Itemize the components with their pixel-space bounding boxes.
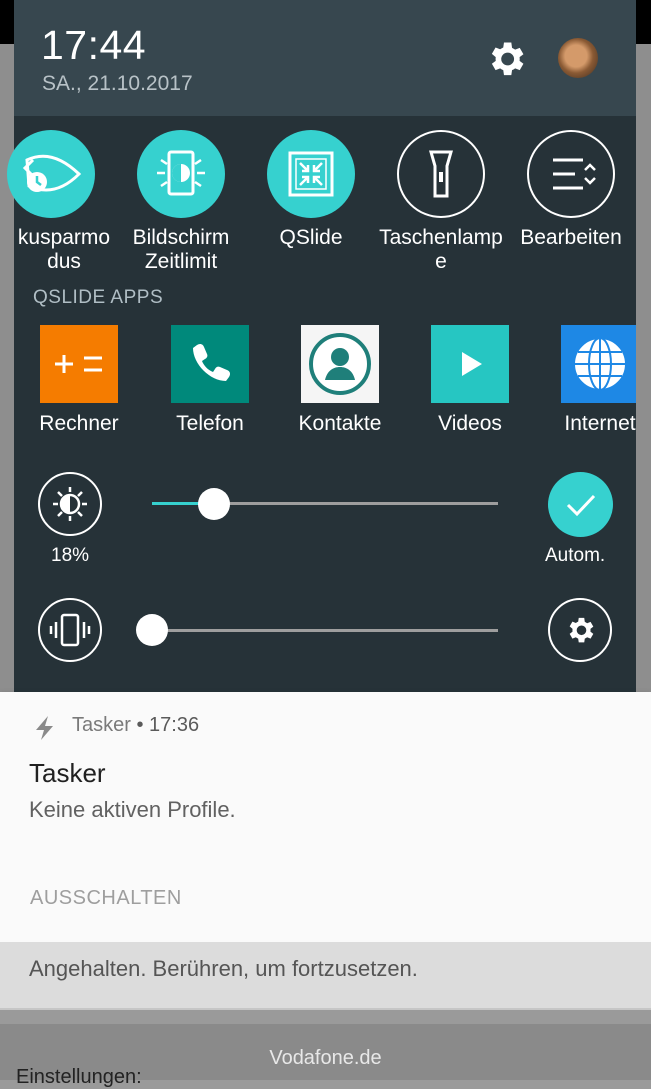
- qslide-toggle[interactable]: [267, 130, 355, 218]
- paused-notification-text: Angehalten. Berühren, um fortzusetzen.: [29, 956, 418, 981]
- brightness-percent: 18%: [51, 545, 90, 566]
- quick-settings-panel: 17:44 SA., 21.10.2017 kusparmo dus Bilds…: [7, 0, 636, 692]
- notification-app-name: Tasker: [72, 714, 131, 736]
- flashlight-toggle[interactable]: [397, 130, 485, 218]
- app-label-videos: Videos: [438, 412, 502, 435]
- phone-icon: [193, 343, 231, 381]
- panel-header: 17:44 SA., 21.10.2017: [14, 0, 636, 116]
- eco-mode-icon: [22, 154, 82, 192]
- qs-label-qslide: QSlide: [279, 226, 343, 249]
- contacts-icon: [309, 333, 371, 395]
- brightness-slider-thumb[interactable]: [198, 488, 231, 520]
- sound-settings-button[interactable]: [548, 598, 612, 662]
- play-icon: [462, 352, 482, 376]
- checkmark-icon: [566, 494, 596, 517]
- screen-timeout-icon: [157, 150, 205, 196]
- notification-text: Keine aktiven Profile.: [29, 797, 236, 822]
- eco-mode-toggle[interactable]: [7, 130, 95, 218]
- globe-icon: [573, 337, 627, 391]
- volume-slider-track[interactable]: [152, 629, 498, 632]
- app-label-kontakte: Kontakte: [298, 412, 382, 435]
- app-label-rechner: Rechner: [39, 412, 119, 435]
- paused-notification[interactable]: Angehalten. Berühren, um fortzusetzen.: [0, 942, 651, 1010]
- qs-label-screen-timeout: Bildschirm Zeitlimit: [132, 226, 230, 273]
- app-videos[interactable]: [431, 325, 509, 403]
- qs-label-edit: Bearbeiten: [520, 226, 622, 249]
- auto-brightness-toggle[interactable]: [548, 472, 613, 537]
- app-label-telefon: Telefon: [176, 412, 244, 435]
- app-telefon[interactable]: [171, 325, 249, 403]
- clock: 17:44: [41, 22, 147, 68]
- flashlight-icon: [429, 150, 453, 198]
- gear-icon: [569, 617, 594, 643]
- edit-list-icon: [553, 158, 596, 190]
- qslide-icon: [288, 151, 334, 197]
- user-avatar[interactable]: [558, 38, 598, 78]
- date: SA., 21.10.2017: [42, 72, 193, 95]
- notification-title: Tasker: [29, 758, 106, 788]
- app-internet[interactable]: [561, 325, 636, 403]
- background-right: [636, 44, 651, 704]
- volume-slider-thumb[interactable]: [136, 614, 168, 646]
- screen-timeout-toggle[interactable]: [137, 130, 225, 218]
- lightning-icon: [36, 716, 53, 740]
- app-label-internet: Internet: [564, 412, 636, 435]
- app-rechner[interactable]: [40, 325, 118, 403]
- brightness-button[interactable]: [38, 472, 102, 536]
- vibrate-icon: [49, 613, 91, 647]
- carrier-footer: Vodafone.de Einstellungen:: [0, 1024, 651, 1088]
- edit-toggles-button[interactable]: [527, 130, 615, 218]
- settings-gear-icon[interactable]: [484, 37, 528, 81]
- settings-partial-text: Einstellungen:: [16, 1066, 142, 1088]
- notification-header: Tasker • 17:36: [72, 714, 199, 737]
- calculator-icon: [55, 355, 102, 373]
- auto-brightness-label: Autom.: [545, 545, 606, 566]
- vibrate-button[interactable]: [38, 598, 102, 662]
- tasker-notification[interactable]: Tasker • 17:36 Tasker Keine aktiven Prof…: [0, 692, 651, 942]
- disable-action-button[interactable]: AUSSCHALTEN: [30, 887, 182, 910]
- notification-time: • 17:36: [136, 714, 200, 736]
- qs-label-flashlight: Taschenlamp e: [379, 226, 503, 273]
- brightness-icon: [53, 487, 87, 521]
- qs-label-eco-mode: kusparmo dus: [17, 226, 111, 273]
- app-kontakte[interactable]: [301, 325, 379, 403]
- qslide-apps-title: QSLIDE APPS: [33, 287, 164, 308]
